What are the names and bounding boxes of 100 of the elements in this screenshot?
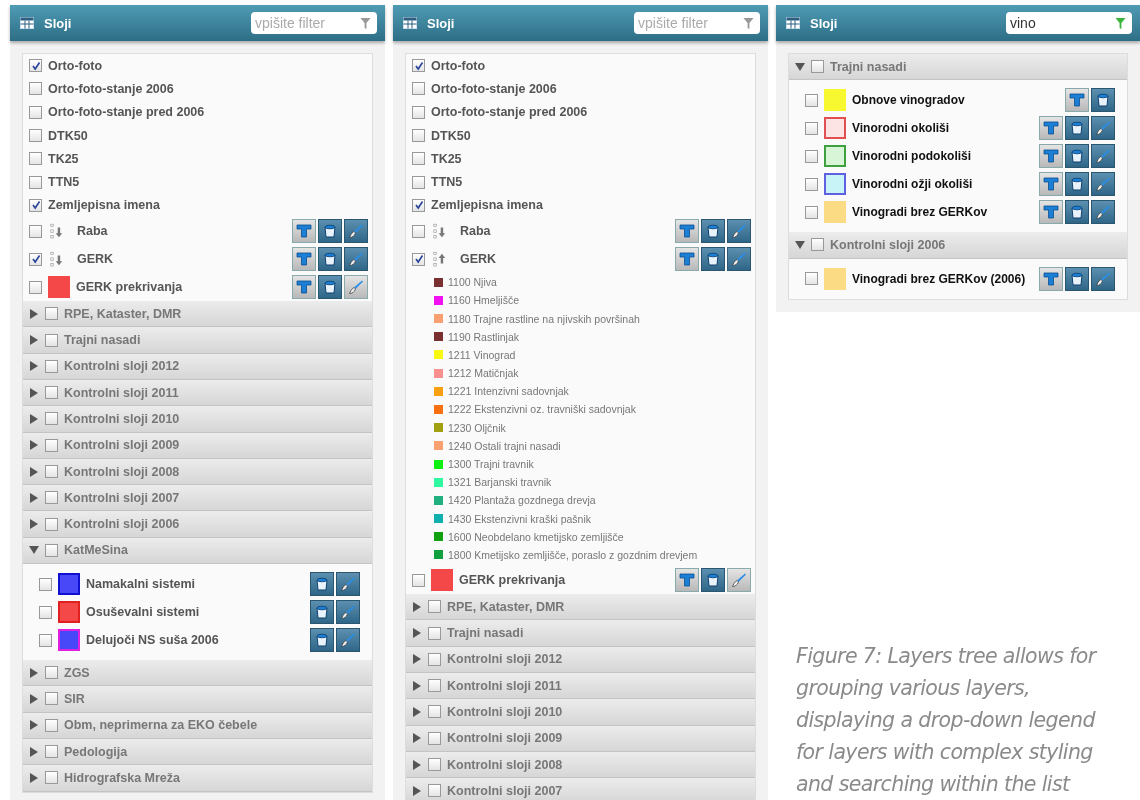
filter-field[interactable]: vpišite filter: [634, 12, 760, 34]
checkbox[interactable]: [805, 272, 818, 286]
checkbox[interactable]: [45, 718, 58, 732]
fill-style-button[interactable]: [701, 568, 725, 593]
fill-style-button[interactable]: [1091, 88, 1115, 113]
checkbox[interactable]: [805, 177, 818, 191]
checkbox[interactable]: [29, 198, 42, 212]
label-style-button[interactable]: [1039, 266, 1063, 291]
group-header[interactable]: Kontrolni sloji 2006: [23, 511, 372, 538]
filter-field[interactable]: vino: [1006, 12, 1132, 34]
checkbox[interactable]: [45, 666, 58, 680]
checkbox[interactable]: [45, 491, 58, 505]
triangle-right-icon[interactable]: [412, 654, 422, 665]
fill-style-button[interactable]: [310, 600, 334, 625]
fill-style-button[interactable]: [310, 572, 334, 597]
checkbox[interactable]: [45, 543, 58, 557]
checkbox[interactable]: [29, 129, 42, 143]
checkbox[interactable]: [805, 93, 818, 107]
triangle-right-icon[interactable]: [412, 759, 422, 770]
checkbox[interactable]: [428, 731, 441, 745]
stroke-style-button[interactable]: [1091, 172, 1115, 197]
checkbox[interactable]: [412, 252, 425, 266]
triangle-right-icon[interactable]: [29, 440, 39, 451]
triangle-right-icon[interactable]: [29, 746, 39, 757]
triangle-right-icon[interactable]: [412, 601, 422, 612]
triangle-right-icon[interactable]: [29, 308, 39, 319]
checkbox[interactable]: [412, 82, 425, 96]
label-style-button[interactable]: [1039, 116, 1063, 141]
label-style-button[interactable]: [675, 219, 699, 244]
checkbox[interactable]: [428, 679, 441, 693]
fill-style-button[interactable]: [1065, 200, 1089, 225]
stroke-style-button[interactable]: [1091, 266, 1115, 291]
label-style-button[interactable]: [292, 275, 316, 300]
checkbox[interactable]: [29, 152, 42, 166]
fill-style-button[interactable]: [1065, 266, 1089, 291]
group-header[interactable]: Kontrolni sloji 2012: [406, 646, 755, 673]
label-style-button[interactable]: [1039, 200, 1063, 225]
triangle-right-icon[interactable]: [412, 785, 422, 796]
stroke-style-button[interactable]: [727, 219, 751, 244]
checkbox[interactable]: [45, 438, 58, 452]
stroke-style-button[interactable]: [344, 247, 368, 272]
group-header[interactable]: Obm, neprimerna za EKO čebele: [23, 712, 372, 739]
triangle-right-icon[interactable]: [29, 335, 39, 345]
checkbox[interactable]: [45, 465, 58, 478]
checkbox[interactable]: [29, 105, 42, 119]
fill-style-button[interactable]: [318, 247, 342, 272]
group-header[interactable]: Kontrolni sloji 2012: [23, 353, 372, 380]
checkbox[interactable]: [45, 771, 58, 785]
label-style-button[interactable]: [675, 247, 699, 272]
fill-style-button[interactable]: [310, 628, 334, 653]
checkbox[interactable]: [412, 573, 425, 587]
checkbox[interactable]: [428, 600, 441, 614]
group-header[interactable]: Kontrolni sloji 2006: [789, 232, 1127, 259]
group-header[interactable]: Trajni nasadi: [23, 327, 372, 354]
checkbox[interactable]: [811, 238, 824, 252]
checkbox[interactable]: [45, 359, 58, 373]
triangle-right-icon[interactable]: [29, 694, 39, 704]
fill-style-button[interactable]: [1065, 144, 1089, 169]
checkbox[interactable]: [45, 745, 58, 759]
group-header[interactable]: Kontrolni sloji 2009: [406, 725, 755, 752]
triangle-right-icon[interactable]: [29, 466, 39, 477]
fill-style-button[interactable]: [701, 219, 725, 244]
group-header[interactable]: Trajni nasadi: [789, 54, 1127, 81]
checkbox[interactable]: [805, 205, 818, 219]
checkbox[interactable]: [412, 105, 425, 119]
group-header[interactable]: Kontrolni sloji 2009: [23, 432, 372, 459]
label-style-button[interactable]: [1039, 144, 1063, 169]
triangle-right-icon[interactable]: [412, 733, 422, 744]
triangle-right-icon[interactable]: [29, 772, 39, 783]
group-header[interactable]: KatMeSina: [23, 537, 372, 565]
checkbox[interactable]: [29, 175, 42, 189]
triangle-right-icon[interactable]: [29, 667, 39, 678]
triangle-right-icon[interactable]: [29, 519, 39, 530]
stroke-style-button[interactable]: [727, 247, 751, 272]
triangle-right-icon[interactable]: [29, 720, 39, 731]
label-style-button[interactable]: [1039, 172, 1063, 197]
checkbox[interactable]: [29, 82, 42, 96]
fill-style-button[interactable]: [701, 247, 725, 272]
group-header[interactable]: Kontrolni sloji 2007: [23, 485, 372, 512]
fill-style-button[interactable]: [1065, 116, 1089, 141]
group-header[interactable]: Kontrolni sloji 2010: [23, 406, 372, 433]
checkbox[interactable]: [811, 60, 824, 74]
triangle-down-icon[interactable]: [795, 239, 805, 250]
triangle-right-icon[interactable]: [412, 680, 422, 691]
filter-icon[interactable]: [743, 17, 754, 30]
group-header[interactable]: Kontrolni sloji 2007: [406, 778, 755, 800]
checkbox[interactable]: [39, 605, 52, 619]
label-style-button[interactable]: [292, 247, 316, 272]
checkbox[interactable]: [45, 307, 58, 321]
group-header[interactable]: Kontrolni sloji 2008: [406, 751, 755, 779]
group-header[interactable]: ZGS: [23, 660, 372, 687]
label-style-button[interactable]: [675, 568, 699, 593]
checkbox[interactable]: [428, 784, 441, 798]
group-header[interactable]: Kontrolni sloji 2008: [23, 458, 372, 486]
checkbox[interactable]: [29, 280, 42, 294]
filter-field[interactable]: vpišite filter: [251, 12, 377, 34]
checkbox[interactable]: [412, 152, 425, 166]
triangle-down-icon[interactable]: [795, 61, 805, 72]
checkbox[interactable]: [39, 633, 52, 647]
checkbox[interactable]: [29, 252, 42, 266]
